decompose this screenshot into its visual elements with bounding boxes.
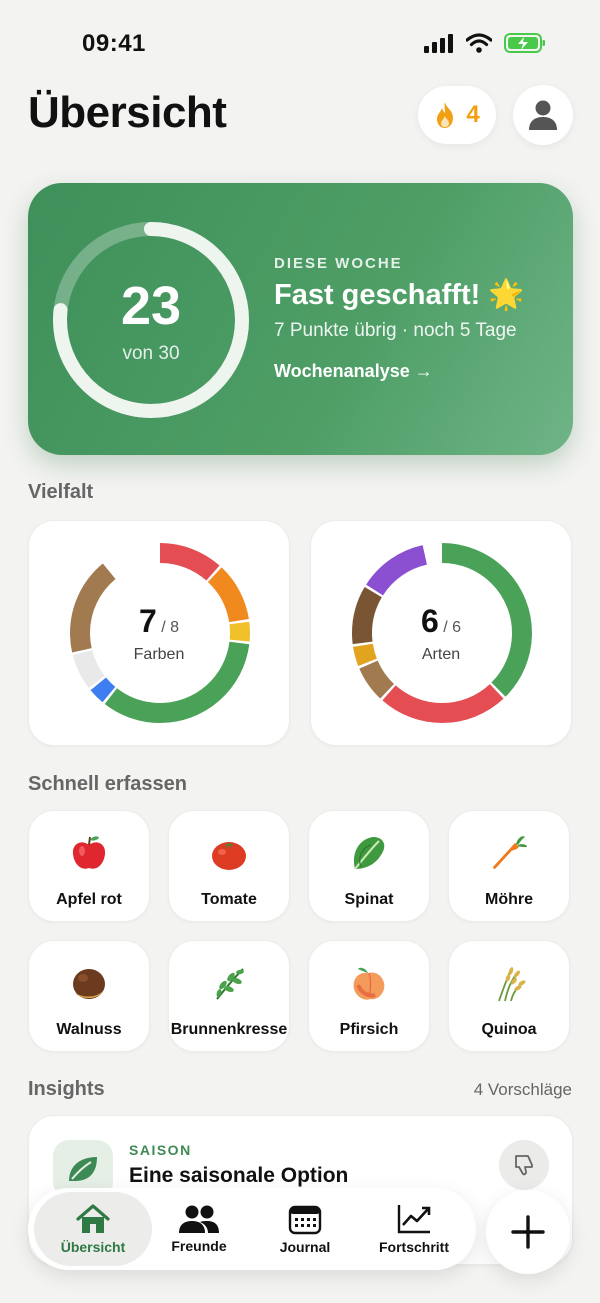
wifi-icon (466, 33, 492, 53)
tab-progress[interactable]: Fortschritt (364, 1188, 464, 1270)
quick-add-label: Tomate (201, 891, 257, 908)
colors-count: 7 (138, 603, 157, 639)
quick-add-section-label: Schnell erfassen (28, 773, 187, 795)
weekly-kicker: DIESE WOCHE (274, 255, 403, 272)
quick-add-label: Pfirsich (339, 1021, 399, 1038)
calendar-icon (288, 1205, 322, 1235)
quick-add-quinoa[interactable]: Quinoa (448, 940, 570, 1052)
insight-kicker: SAISON (129, 1142, 192, 1158)
insight-title: Eine saisonale Option (129, 1164, 349, 1187)
friends-icon (179, 1205, 219, 1233)
insights-section-label: Insights (28, 1078, 105, 1100)
quick-add-spinach[interactable]: Spinat (308, 810, 430, 922)
types-label: Arten (421, 646, 461, 663)
types-total: / 6 (443, 619, 462, 636)
colors-label: Farben (133, 646, 185, 663)
weekly-headline: Fast geschafft! 🌟 (274, 279, 525, 311)
walnut-icon (73, 969, 105, 999)
plus-icon (511, 1215, 545, 1249)
quick-add-watercress[interactable]: Brunnenkresse (168, 940, 290, 1052)
tab-label: Übersicht (60, 1239, 126, 1255)
quick-add-label: Walnuss (56, 1021, 122, 1038)
grain-icon (498, 967, 526, 1002)
flame-icon (437, 102, 454, 128)
page-title: Übersicht (28, 88, 227, 137)
status-bar: 09:41 (0, 0, 600, 80)
streak-button[interactable]: 4 (418, 86, 496, 144)
apple-icon (72, 836, 106, 869)
colors-donut-center: 7 / 8 Farben (29, 603, 289, 664)
weekly-score-total: von 30 (122, 343, 180, 364)
quick-add-label: Apfel rot (56, 891, 122, 908)
person-icon (529, 100, 557, 130)
quick-add-peach[interactable]: Pfirsich (308, 940, 430, 1052)
spinach-icon (353, 837, 385, 870)
streak-count: 4 (466, 101, 480, 128)
tab-journal[interactable]: Journal (260, 1188, 350, 1270)
herb-icon (216, 968, 244, 1000)
types-donut-card[interactable]: 6 / 6 Arten (310, 520, 572, 746)
chart-icon (397, 1205, 431, 1234)
tab-bar: Übersicht Freunde Journal Fortschritt (28, 1188, 476, 1270)
status-icons (424, 32, 546, 54)
tab-label: Freunde (171, 1238, 227, 1254)
colors-total: / 8 (161, 619, 180, 636)
thumbs-down-icon (515, 1155, 533, 1176)
signal-icon (424, 34, 453, 53)
colors-donut-card[interactable]: 7 / 8 Farben (28, 520, 290, 746)
quick-add-carrot[interactable]: Möhre (448, 810, 570, 922)
tab-friends[interactable]: Freunde (154, 1188, 244, 1270)
quick-add-label: Brunnenkresse (170, 1021, 288, 1038)
tab-overview[interactable]: Übersicht (34, 1192, 152, 1266)
quick-add-label: Spinat (344, 891, 394, 908)
home-icon (76, 1204, 110, 1233)
tab-label: Journal (279, 1239, 331, 1255)
types-donut-center: 6 / 6 Arten (311, 603, 571, 664)
tomato-icon (212, 842, 246, 870)
insights-count[interactable]: 4 Vorschläge (474, 1080, 572, 1100)
weekly-analysis-link[interactable]: Wochenanalyse → (274, 361, 433, 382)
battery-icon (504, 33, 545, 53)
quick-add-apple[interactable]: Apfel rot (28, 810, 150, 922)
peach-icon (353, 967, 385, 1000)
weekly-progress-card[interactable]: 23 von 30 DIESE WOCHE Fast geschafft! 🌟 … (28, 183, 573, 455)
weekly-score: 23 (120, 276, 182, 336)
dislike-button[interactable] (499, 1140, 549, 1190)
quick-add-label: Quinoa (481, 1021, 537, 1038)
add-button[interactable] (486, 1190, 570, 1274)
quick-add-walnut[interactable]: Walnuss (28, 940, 150, 1052)
quick-add-label: Möhre (485, 891, 533, 908)
weekly-subtitle: 7 Punkte übrig · noch 5 Tage (274, 320, 517, 341)
quick-add-tomato[interactable]: Tomate (168, 810, 290, 922)
variety-section-label: Vielfalt (28, 481, 94, 503)
types-count: 6 (420, 603, 439, 639)
carrot-icon (493, 836, 527, 869)
status-time: 09:41 (82, 30, 146, 57)
profile-button[interactable] (513, 85, 573, 145)
leaf-icon (69, 1157, 97, 1181)
tab-label: Fortschritt (379, 1239, 449, 1255)
